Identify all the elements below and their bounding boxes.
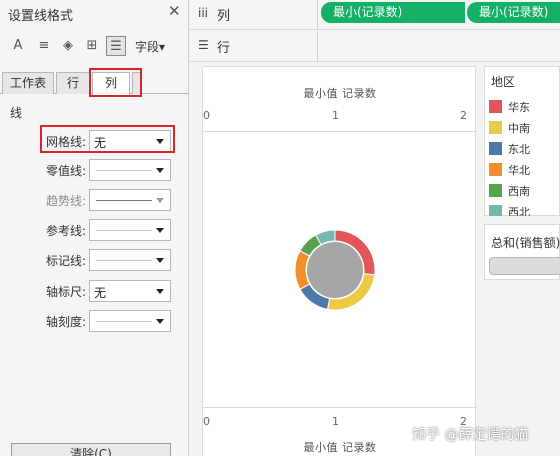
legend-item-xinan[interactable]: 西南 — [489, 181, 560, 201]
size-legend-title: 总和(销售额) — [491, 236, 560, 250]
legend-item-label: 华东 — [508, 101, 530, 114]
legend-item-dongbei[interactable]: 东北 — [489, 139, 560, 159]
donut-center[interactable] — [307, 242, 363, 298]
tab-columns[interactable]: 列 — [92, 72, 130, 95]
color-legend: 地区 华东 中南 东北 华北 西南 西北 — [484, 66, 560, 216]
axis-ticks-label: 轴刻度: — [45, 315, 86, 329]
rows-shelf: ☰ 行 — [190, 32, 560, 62]
tab-sheet[interactable]: 工作表 — [2, 72, 54, 94]
line-sample — [96, 260, 152, 261]
lines-section-label: 线 — [10, 106, 23, 120]
top-tick-1: 1 — [332, 109, 339, 122]
size-legend: 总和(销售额) — [484, 224, 560, 280]
bottom-tick-0: 0 — [203, 415, 210, 428]
legend-swatch — [489, 205, 502, 216]
line-sample — [96, 230, 152, 231]
axis-ruler-select[interactable]: 无 — [89, 280, 171, 302]
line-sample — [96, 200, 152, 201]
lines-tool-icon[interactable]: ☰ — [106, 36, 126, 56]
chevron-down-icon — [156, 228, 164, 233]
reference-line-select[interactable] — [89, 219, 171, 241]
borders-tool-icon[interactable]: ⊞ — [82, 36, 102, 56]
zero-line-select[interactable] — [89, 159, 171, 181]
columns-shelf-label: 列 — [217, 9, 231, 24]
legend-swatch — [489, 121, 502, 134]
legend-title: 地区 — [491, 75, 516, 89]
shelf-divider — [317, 0, 318, 30]
tab-rows[interactable]: 行 — [56, 72, 90, 94]
close-icon[interactable]: ✕ — [168, 2, 181, 20]
columns-pill-1[interactable]: 最小(记录数) — [321, 2, 465, 23]
legend-item-huabei[interactable]: 华北 — [489, 160, 560, 180]
format-toolbar: A ≡ ◈ ⊞ ☰ 字段▾ — [0, 34, 189, 60]
shading-tool-icon[interactable]: ◈ — [58, 36, 78, 56]
bottom-tick-1: 1 — [332, 415, 339, 428]
columns-shelf: iii 列 最小(记录数) 最小(记录数) — [190, 0, 560, 30]
donut-chart[interactable] — [203, 143, 477, 403]
columns-icon: iii — [198, 6, 209, 20]
format-tabs: 工作表 行 列 — [0, 70, 189, 95]
legend-item-label: 东北 — [508, 143, 530, 156]
line-sample — [96, 321, 152, 322]
rows-icon: ☰ — [198, 38, 209, 52]
tableau-window: 设置线格式 ✕ A ≡ ◈ ⊞ ☰ 字段▾ 工作表 行 列 线 网格线: 无 零… — [0, 0, 560, 456]
chevron-down-icon — [156, 258, 164, 263]
legend-swatch — [489, 163, 502, 176]
trend-line-select[interactable] — [89, 189, 171, 211]
font-tool-icon[interactable]: A — [8, 36, 28, 56]
field-dropdown[interactable]: 字段▾ — [135, 38, 165, 55]
pane-title: 设置线格式 — [8, 9, 74, 24]
legend-swatch — [489, 100, 502, 113]
axis-ruler-value: 无 — [94, 286, 107, 300]
chevron-down-icon — [156, 168, 164, 173]
gridlines-select[interactable]: 无 — [89, 130, 171, 152]
line-sample — [96, 170, 152, 171]
legend-item-label: 华北 — [508, 164, 530, 177]
chevron-down-icon — [156, 198, 164, 203]
tab-overflow[interactable] — [132, 72, 142, 94]
legend-swatch — [489, 184, 502, 197]
legend-item-huadong[interactable]: 华东 — [489, 97, 560, 117]
bottom-axis-divider — [203, 407, 477, 408]
clear-button[interactable]: 清除(C) — [11, 443, 171, 456]
top-axis-divider — [203, 131, 477, 132]
reference-line-label: 参考线: — [45, 224, 86, 238]
top-tick-0: 0 — [203, 109, 210, 122]
rows-shelf-label: 行 — [217, 41, 231, 56]
chevron-down-icon — [156, 139, 164, 144]
columns-pill-2[interactable]: 最小(记录数) — [467, 2, 560, 23]
watermark: 知乎 @薛定谔的猫 — [412, 427, 529, 443]
zero-line-label: 零值线: — [45, 164, 86, 178]
top-tick-2: 2 — [460, 109, 467, 122]
align-tool-icon[interactable]: ≡ — [34, 36, 54, 56]
legend-swatch — [489, 142, 502, 155]
trend-line-label: 趋势线: — [45, 194, 86, 208]
legend-item-zhongnan[interactable]: 中南 — [489, 118, 560, 138]
gridlines-value: 无 — [94, 136, 107, 150]
drop-line-label: 标记线: — [45, 254, 86, 268]
format-lines-pane: 设置线格式 ✕ A ≡ ◈ ⊞ ☰ 字段▾ 工作表 行 列 线 网格线: 无 零… — [0, 0, 189, 456]
legend-item-label: 西北 — [508, 206, 530, 216]
chevron-down-icon — [156, 319, 164, 324]
legend-item-label: 中南 — [508, 122, 530, 135]
gridlines-label: 网格线: — [45, 135, 86, 149]
top-axis-title: 最小值 记录数 — [303, 87, 377, 100]
view-canvas[interactable]: 最小值 记录数 0 1 2 0 1 2 最小值 记录数 — [202, 66, 477, 456]
drop-line-select[interactable] — [89, 249, 171, 271]
legend-item-xibei[interactable]: 西北 — [489, 202, 560, 216]
axis-ticks-select[interactable] — [89, 310, 171, 332]
shelf-divider — [317, 32, 318, 62]
chevron-down-icon — [156, 289, 164, 294]
size-slider[interactable] — [489, 257, 560, 275]
axis-ruler-label: 轴标尺: — [45, 285, 86, 299]
legend-item-label: 西南 — [508, 185, 530, 198]
